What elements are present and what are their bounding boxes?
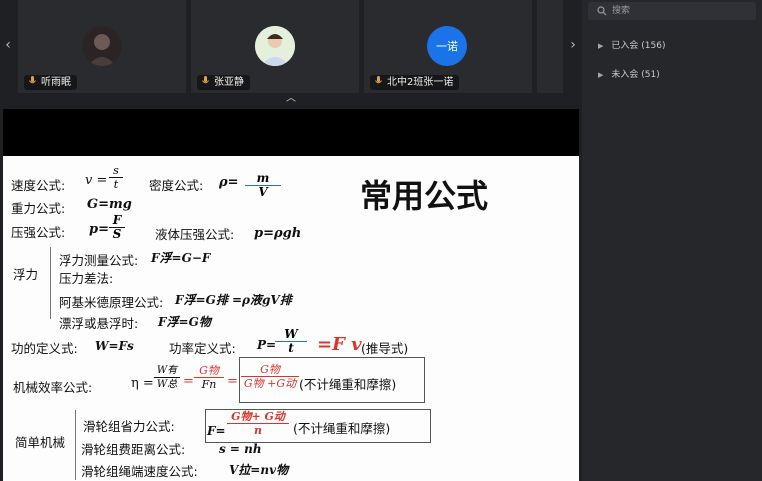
gravity-label: 重力公式: xyxy=(11,201,66,216)
participant-tile-1[interactable]: 听雨眠 xyxy=(18,0,186,93)
power-eq: P= xyxy=(257,338,277,352)
search-placeholder: 搜索 xyxy=(612,6,631,16)
efficiency-eq: η = xyxy=(131,376,154,391)
group-not-joined[interactable]: ▶ 未入会 (51) xyxy=(598,67,660,80)
efficiency-fraction-work: W有 W总 xyxy=(154,364,180,391)
participant-name-tag: 张亚静 xyxy=(197,75,250,90)
participant-tile-3[interactable]: 一诺 北中2班张一诺 xyxy=(364,0,532,93)
efficiency-fraction-force: G物 Fn xyxy=(194,364,224,391)
work-eq: W=Fs xyxy=(95,339,134,353)
mic-icon xyxy=(202,76,209,84)
density-eq: ρ= xyxy=(219,175,239,190)
avatar xyxy=(82,26,122,66)
pulley-distance-label: 滑轮组费距离公式: xyxy=(81,442,186,457)
pulley-force-eq: F= xyxy=(207,424,226,438)
speed-label: 速度公式: xyxy=(11,178,66,193)
equals-sign: = xyxy=(227,374,238,389)
shared-screen: 速度公式: v = st 密度公式: ρ= mV 常用公式 重力公式: G=mg… xyxy=(3,109,579,481)
avatar xyxy=(255,26,295,66)
archimedes-label: 阿基米德原理公式: xyxy=(59,295,164,310)
equals-sign: = xyxy=(183,374,194,389)
chevron-left-icon: ‹ xyxy=(5,37,11,53)
group-joined[interactable]: ▶ 已入会 (156) xyxy=(598,38,665,51)
chevron-right-icon: › xyxy=(570,37,576,53)
speed-eq: v = xyxy=(85,173,108,188)
work-label: 功的定义式: xyxy=(11,341,78,356)
gravity-eq: G=mg xyxy=(87,197,132,212)
buoyancy-brace xyxy=(50,247,51,319)
participant-panel: 搜索 ▶ 已入会 (156) ▶ 未入会 (51) xyxy=(582,0,762,481)
search-icon xyxy=(597,6,607,16)
participant-name-tag: 北中2班张一诺 xyxy=(370,75,460,90)
liquid-pressure-label: 液体压强公式: xyxy=(155,227,235,242)
speed-fraction: st xyxy=(109,164,123,191)
buoyancy-measure-label: 浮力测量公式: xyxy=(59,253,139,268)
density-fraction: mV xyxy=(245,172,281,199)
participant-tile-partial[interactable] xyxy=(537,0,563,93)
pulley-speed-label: 滑轮组绳端速度公式: xyxy=(81,464,198,479)
video-strip: ‹ 听雨眠 张亚静 一诺 北中2班张一诺 › xyxy=(0,0,582,93)
simple-machines-brace xyxy=(75,410,76,480)
prev-page-button[interactable]: ‹ xyxy=(2,30,14,60)
power-note: (推导式) xyxy=(361,341,409,356)
pulley-force-note: (不计绳重和摩擦) xyxy=(293,421,391,436)
caret-right-icon: ▶ xyxy=(598,42,604,50)
avatar: 一诺 xyxy=(427,26,467,66)
pulley-distance-eq: s = nh xyxy=(219,442,262,456)
collapse-strip-button[interactable]: ︿ xyxy=(284,94,298,104)
liquid-pressure-eq: p=ρgh xyxy=(254,226,302,241)
pulley-force-label: 滑轮组省力公式: xyxy=(83,419,175,434)
pressure-fraction: FS xyxy=(109,214,125,241)
pulley-force-fraction: G物+ G动 n xyxy=(227,410,289,437)
participant-name-tag: 听雨眠 xyxy=(24,75,77,90)
mic-icon xyxy=(29,76,36,84)
participant-tile-2[interactable]: 张亚静 xyxy=(191,0,359,93)
simple-machines-label: 简单机械 xyxy=(15,435,66,450)
power-label: 功率定义式: xyxy=(169,341,236,356)
pulley-speed-eq: V拉=nv物 xyxy=(229,463,289,477)
mic-icon xyxy=(375,76,382,84)
next-page-button[interactable]: › xyxy=(567,30,579,60)
caret-right-icon: ▶ xyxy=(598,71,604,79)
buoyancy-measure-eq: F浮=G−F xyxy=(151,251,211,265)
pressure-diff-label: 压力差法: xyxy=(59,271,114,286)
power-derived-eq: =F v xyxy=(317,334,362,355)
chevron-up-icon: ︿ xyxy=(286,93,296,104)
formula-slide: 速度公式: v = st 密度公式: ρ= mV 常用公式 重力公式: G=mg… xyxy=(3,156,579,481)
efficiency-note: (不计绳重和摩擦) xyxy=(299,377,397,392)
floating-label: 漂浮或悬浮时: xyxy=(59,316,139,331)
search-input[interactable]: 搜索 xyxy=(588,2,756,20)
slide-title: 常用公式 xyxy=(360,177,489,215)
power-fraction: Wt xyxy=(275,328,307,355)
density-label: 密度公式: xyxy=(149,178,204,193)
pressure-label: 压强公式: xyxy=(11,225,66,240)
efficiency-label: 机械效率公式: xyxy=(13,380,93,395)
efficiency-fraction-gravity: G物 G物 +G动 xyxy=(241,363,299,390)
archimedes-eq: F浮=G排 =ρ液gV排 xyxy=(175,293,292,307)
buoyancy-label: 浮力 xyxy=(13,267,39,282)
pressure-eq: p= xyxy=(89,222,109,237)
floating-eq: F浮=G物 xyxy=(158,315,211,329)
